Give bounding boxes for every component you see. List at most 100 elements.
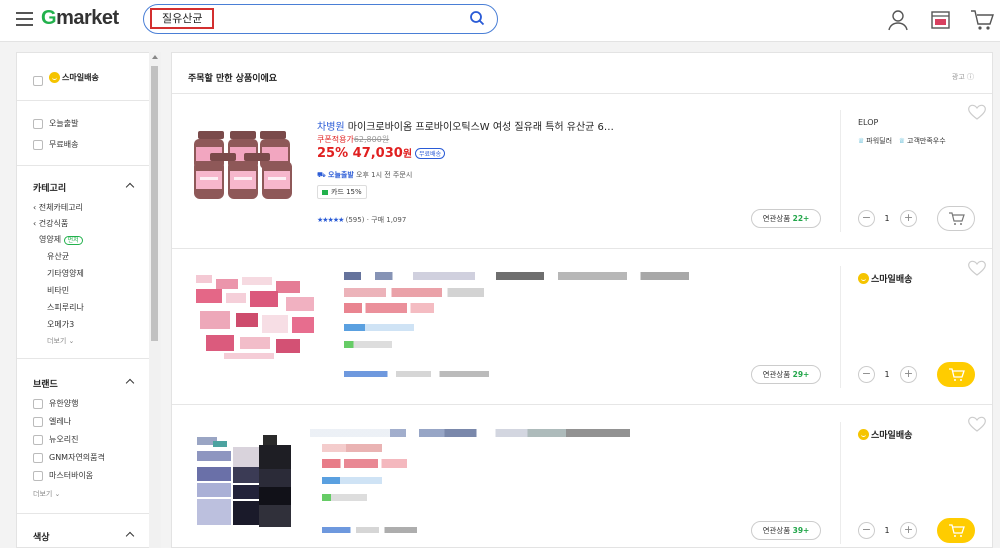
checkbox[interactable] bbox=[33, 452, 43, 463]
qty-plus-button[interactable]: + bbox=[900, 522, 917, 539]
chevron-up-icon[interactable] bbox=[125, 531, 135, 541]
filter-today-ship[interactable]: 오늘출발 bbox=[33, 118, 78, 129]
product-title-blurred[interactable] bbox=[310, 429, 630, 437]
product-image[interactable] bbox=[196, 273, 318, 363]
search-icon[interactable] bbox=[469, 10, 485, 26]
price-blurred bbox=[322, 444, 382, 452]
product-image[interactable] bbox=[192, 127, 296, 202]
product-title[interactable]: 차병원 마이크로바이옴 프로바이오틱스W 여성 질유래 특허 유산균 6… bbox=[317, 118, 614, 133]
seller-badges: ♕ 파워딜러 ♕ 고객만족우수 bbox=[858, 137, 946, 145]
brand-heading[interactable]: 브랜드 bbox=[33, 377, 58, 390]
brand-item[interactable]: 엘레나 bbox=[33, 416, 71, 427]
recent-items-icon[interactable] bbox=[930, 9, 951, 30]
checkbox[interactable] bbox=[33, 434, 43, 445]
rating-blurred bbox=[322, 527, 417, 533]
section-title: 주목할 만한 상품이에요 bbox=[188, 74, 278, 84]
category-sub[interactable]: 스피루리나 bbox=[47, 302, 84, 313]
divider bbox=[840, 266, 841, 388]
cart-icon bbox=[949, 524, 965, 537]
category-more-link[interactable]: 더보기 ⌄ bbox=[47, 336, 74, 346]
divider bbox=[840, 110, 841, 232]
user-icon[interactable] bbox=[888, 9, 908, 31]
heart-icon[interactable] bbox=[967, 259, 987, 277]
heart-icon[interactable] bbox=[967, 415, 987, 433]
scrollbar-thumb[interactable] bbox=[151, 66, 158, 341]
filter-free-ship[interactable]: 무료배송 bbox=[33, 139, 78, 150]
coupon-price: 쿠폰적용가62,800원 bbox=[317, 135, 390, 144]
divider bbox=[840, 422, 841, 544]
brand-item[interactable]: GNM자연의품격 bbox=[33, 452, 105, 463]
category-sub[interactable]: 기타영양제 bbox=[47, 268, 84, 279]
cart-icon[interactable] bbox=[970, 9, 994, 31]
smile-delivery-badge: 스마일배송 bbox=[858, 428, 912, 442]
gmarket-logo[interactable]: Gmarket bbox=[41, 7, 119, 30]
product-title-blurred[interactable] bbox=[344, 272, 689, 280]
checkbox[interactable] bbox=[33, 470, 43, 481]
seller-name[interactable]: ELOP bbox=[858, 118, 878, 127]
card-discount-badge: 카드 15% bbox=[317, 185, 367, 199]
card-blurred bbox=[344, 341, 392, 348]
category-sub[interactable]: 비타민 bbox=[47, 285, 69, 296]
checkbox[interactable] bbox=[33, 139, 43, 150]
product-item[interactable]: 연관상품 39+ 스마일배송 − 1 + bbox=[172, 406, 992, 547]
category-all[interactable]: ‹ 전체카테고리 bbox=[33, 202, 83, 213]
card-icon bbox=[322, 189, 328, 195]
category-heading[interactable]: 카테고리 bbox=[33, 181, 66, 194]
qty-plus-button[interactable]: + bbox=[900, 210, 917, 227]
product-item[interactable]: 차병원 마이크로바이옴 프로바이오틱스W 여성 질유래 특허 유산균 6… 쿠폰… bbox=[172, 94, 992, 249]
qty-value[interactable]: 1 bbox=[877, 214, 897, 223]
add-to-cart-button[interactable] bbox=[937, 206, 975, 231]
divider bbox=[17, 513, 150, 514]
checkbox[interactable] bbox=[33, 416, 43, 427]
brand-item[interactable]: 마스터바이옴 bbox=[33, 470, 93, 481]
heart-icon[interactable] bbox=[967, 103, 987, 121]
qty-minus-button[interactable]: − bbox=[858, 366, 875, 383]
sidebar-scrollbar[interactable] bbox=[149, 52, 161, 548]
related-products-button[interactable]: 연관상품 29+ bbox=[751, 365, 821, 384]
product-price: 25% 47,030원 무료배송 bbox=[317, 145, 446, 161]
checkbox[interactable] bbox=[33, 75, 43, 86]
category-sub[interactable]: 유산균 bbox=[47, 251, 69, 262]
qty-minus-button[interactable]: − bbox=[858, 522, 875, 539]
smile-icon bbox=[858, 273, 869, 284]
scroll-up-arrow[interactable] bbox=[152, 55, 158, 59]
chevron-up-icon[interactable] bbox=[125, 182, 135, 192]
add-to-cart-button[interactable] bbox=[937, 518, 975, 543]
checkbox[interactable] bbox=[33, 398, 43, 409]
chevron-up-icon[interactable] bbox=[125, 378, 135, 388]
search-bar[interactable]: 질유산균 bbox=[143, 4, 498, 34]
filter-smile-delivery[interactable]: 스마일배송 bbox=[33, 72, 99, 86]
free-shipping-badge: 무료배송 bbox=[415, 148, 446, 159]
brand-more-link[interactable]: 더보기 ⌄ bbox=[33, 489, 60, 499]
category-health[interactable]: ‹ 건강식품 bbox=[33, 218, 68, 229]
checkbox[interactable] bbox=[33, 118, 43, 129]
product-item[interactable]: 연관상품 29+ 스마일배송 − 1 + bbox=[172, 250, 992, 405]
delivery-info: ⛟ 오늘출발 오후 1시 전 주문시 bbox=[317, 171, 413, 179]
product-image[interactable] bbox=[197, 431, 293, 527]
truck-icon: ⛟ bbox=[317, 171, 326, 179]
brand-item[interactable]: 뉴오리진 bbox=[33, 434, 78, 445]
search-input[interactable]: 질유산균 bbox=[150, 8, 215, 29]
add-to-cart-button[interactable] bbox=[937, 362, 975, 387]
related-products-button[interactable]: 연관상품 39+ bbox=[751, 521, 821, 540]
rating-blurred bbox=[344, 371, 489, 377]
card-blurred bbox=[322, 494, 367, 501]
price-blurred bbox=[322, 459, 407, 468]
star-icons: ★★★★★ bbox=[317, 216, 344, 224]
qty-value[interactable]: 1 bbox=[877, 370, 897, 379]
brand-item[interactable]: 유한양행 bbox=[33, 398, 78, 409]
medal-icon: ♕ bbox=[898, 137, 906, 145]
category-sub[interactable]: 오메가3 bbox=[47, 319, 74, 330]
related-products-button[interactable]: 연관상품 22+ bbox=[751, 209, 821, 228]
category-current[interactable]: 영양제 먼저 bbox=[39, 234, 83, 245]
qty-minus-button[interactable]: − bbox=[858, 210, 875, 227]
divider bbox=[17, 358, 150, 359]
menu-icon[interactable] bbox=[16, 12, 33, 26]
price-blurred bbox=[344, 288, 484, 297]
filter-sidebar: 스마일배송 오늘출발 무료배송 카테고리 ‹ 전체카테고리 ‹ 건강식품 영양제… bbox=[16, 52, 161, 548]
price-blurred bbox=[344, 303, 434, 313]
qty-plus-button[interactable]: + bbox=[900, 366, 917, 383]
qty-value[interactable]: 1 bbox=[877, 526, 897, 535]
ad-label[interactable]: 광고 ⓘ bbox=[952, 72, 974, 82]
color-heading[interactable]: 색상 bbox=[33, 530, 50, 543]
